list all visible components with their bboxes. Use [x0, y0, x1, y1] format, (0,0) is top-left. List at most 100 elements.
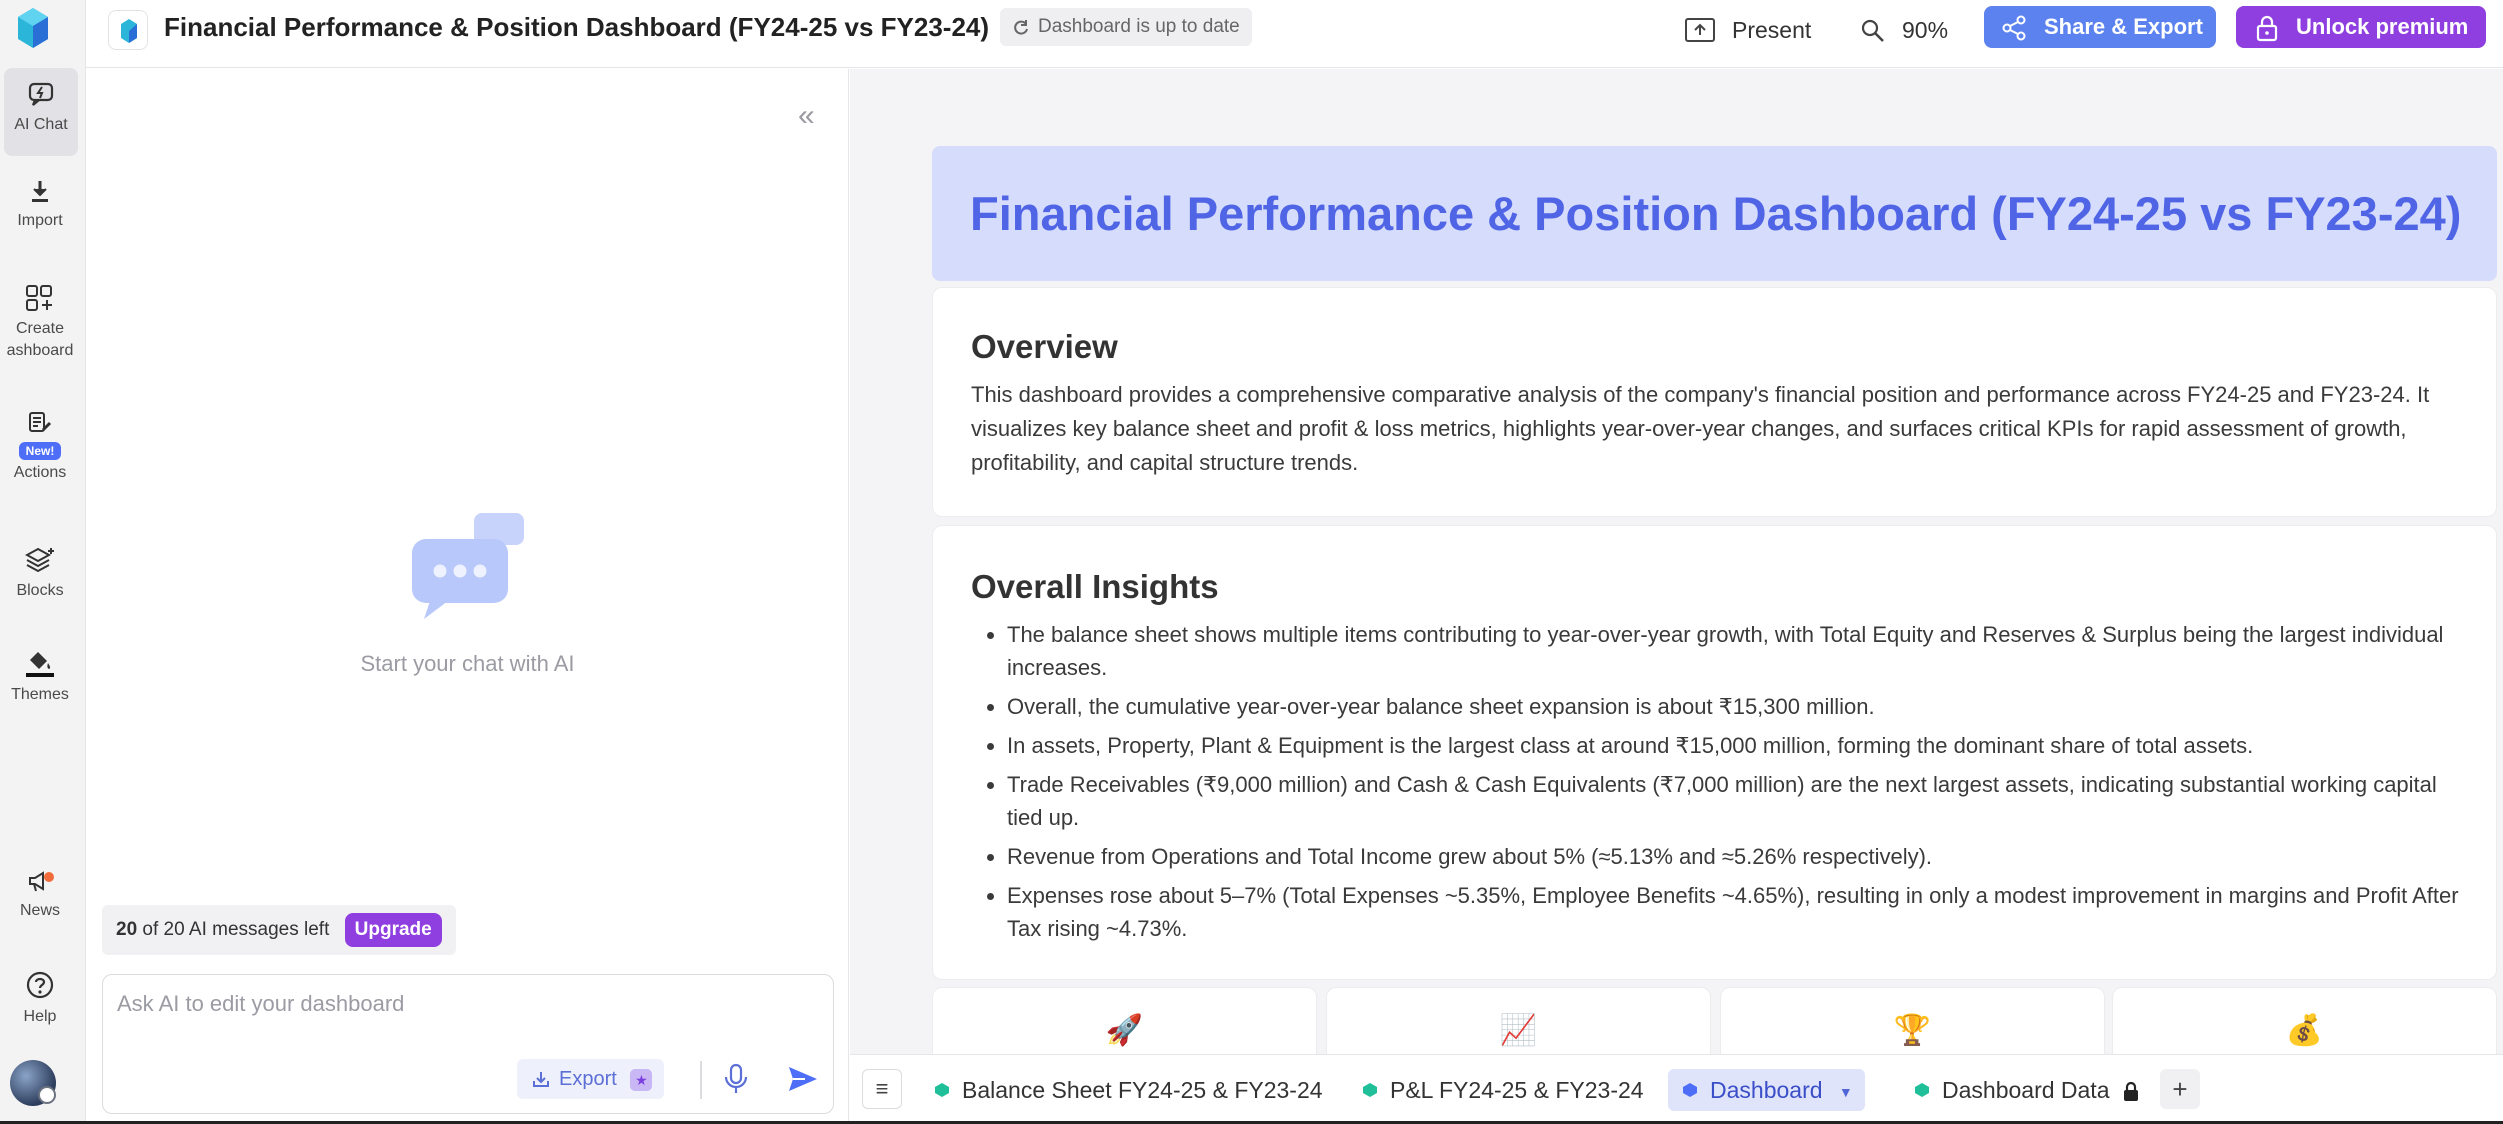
insights-heading: Overall Insights	[971, 568, 1219, 605]
tab-dashboard[interactable]: Dashboard ▼	[1668, 1069, 1865, 1111]
kpi-card[interactable]: 🚀	[932, 987, 1317, 1054]
rail-create-dashboard-label: Create ashboard	[6, 320, 74, 359]
kpi-card[interactable]: 💰	[2112, 987, 2497, 1054]
insights-list: The balance sheet shows multiple items c…	[1007, 618, 2462, 951]
insight-item: Revenue from Operations and Total Income…	[1007, 840, 2462, 873]
insight-item: The balance sheet shows multiple items c…	[1007, 618, 2462, 684]
present-label: Present	[1732, 17, 1812, 43]
sheet-hex-icon	[935, 1083, 949, 1097]
ai-quota-badge: 20 of 20 AI messages left Upgrade	[102, 905, 456, 955]
upgrade-button[interactable]: Upgrade	[344, 912, 442, 947]
chat-empty-text: Start your chat with AI	[360, 651, 575, 676]
rail-themes[interactable]: Themes	[0, 648, 80, 706]
insight-item: In assets, Property, Plant & Equipment i…	[1007, 729, 2462, 762]
sync-icon	[1014, 20, 1028, 35]
tab-dashboard-label: Dashboard	[1710, 1077, 1823, 1103]
share-export-label: Share & Export	[2044, 14, 2203, 39]
chat-export-label: Export	[559, 1068, 617, 1090]
rail-themes-label: Themes	[11, 686, 69, 703]
chevron-down-icon[interactable]: ▼	[1839, 1071, 1853, 1113]
app-logo-icon[interactable]	[16, 6, 50, 50]
sheet-hex-icon	[1915, 1083, 1929, 1097]
insight-item: Trade Receivables (₹9,000 million) and C…	[1007, 768, 2462, 834]
rail-actions[interactable]: New! Actions	[0, 410, 80, 484]
chat-export-button[interactable]: Export ★	[517, 1059, 665, 1099]
dashboard-title: Financial Performance & Position Dashboa…	[970, 187, 2462, 240]
new-badge: New!	[18, 442, 62, 460]
kpi-card[interactable]: 📈	[1326, 987, 1711, 1054]
quota-text: of 20 AI messages left	[142, 919, 330, 940]
actions-icon	[29, 412, 52, 432]
ai-chat-panel: « Start your chat with AI 20 of 20 AI me…	[86, 69, 849, 1124]
quota-count: 20	[116, 919, 138, 940]
insight-item: Overall, the cumulative year-over-year b…	[1007, 690, 2462, 723]
insights-card[interactable]: Overall Insights The balance sheet shows…	[932, 525, 2497, 980]
tab-pl[interactable]: P&L FY24-25 & FY23-24	[1348, 1069, 1656, 1111]
help-icon	[26, 971, 54, 999]
document-title[interactable]: Financial Performance & Position Dashboa…	[164, 12, 989, 43]
rail-import[interactable]: Import	[0, 178, 80, 232]
chat-bubbles-icon	[412, 513, 524, 619]
sync-status-text: Dashboard is up to date	[1038, 16, 1240, 37]
sync-status-badge: Dashboard is up to date	[1000, 8, 1252, 46]
lock-icon	[2123, 1081, 2138, 1101]
chat-input-box: Export ★	[102, 974, 834, 1114]
rail-news[interactable]: News	[0, 868, 80, 922]
rail-ai-chat[interactable]: AI Chat	[4, 68, 78, 156]
dashboard-hex-icon	[1683, 1083, 1697, 1097]
send-icon[interactable]	[787, 1065, 819, 1093]
create-dashboard-icon	[26, 285, 52, 311]
rail-actions-label: Actions	[13, 464, 67, 481]
rail-help[interactable]: Help	[0, 970, 80, 1028]
present-button[interactable]: Present	[1684, 10, 1811, 50]
dashboard-canvas: Financial Performance & Position Dashboa…	[850, 69, 2503, 1054]
unlock-premium-button[interactable]: Unlock premium	[2236, 6, 2486, 48]
rocket-icon: 🚀	[1105, 1014, 1144, 1047]
insight-item: Expenses rose about 5–7% (Total Expenses…	[1007, 879, 2462, 945]
lock-icon	[2256, 15, 2278, 42]
present-icon	[1685, 18, 1715, 42]
top-header: Financial Performance & Position Dashboa…	[86, 0, 2503, 68]
kpi-card[interactable]: 🏆	[1720, 987, 2105, 1054]
chart-up-icon: 📈	[1499, 1014, 1538, 1047]
rail-blocks-label: Blocks	[16, 582, 64, 599]
rail-ai-chat-label: AI Chat	[14, 116, 68, 133]
trophy-icon: 🏆	[1893, 1014, 1932, 1047]
overview-card[interactable]: Overview This dashboard provides a compr…	[932, 287, 2497, 517]
microphone-icon[interactable]	[723, 1063, 749, 1095]
layers-icon	[25, 547, 54, 573]
share-export-button[interactable]: Share & Export	[1984, 6, 2216, 48]
rail-help-label: Help	[23, 1008, 57, 1025]
notification-dot	[44, 872, 54, 882]
tab-pl-label: P&L FY24-25 & FY23-24	[1390, 1077, 1644, 1103]
export-icon	[533, 1072, 549, 1087]
tab-balance-sheet[interactable]: Balance Sheet FY24-25 & FY23-24	[920, 1069, 1335, 1111]
money-bag-icon: 💰	[2285, 1014, 2324, 1047]
overview-text: This dashboard provides a comprehensive …	[971, 382, 2430, 475]
document-icon	[108, 10, 148, 50]
tab-dashboard-data[interactable]: Dashboard Data	[1900, 1069, 2152, 1111]
rail-create-dashboard[interactable]: Create ashboard	[0, 284, 80, 362]
sheets-menu-icon[interactable]: ≡	[862, 1069, 902, 1109]
rail-blocks[interactable]: Blocks	[0, 546, 80, 602]
user-avatar[interactable]	[10, 1060, 56, 1106]
paint-bucket-icon	[26, 652, 54, 677]
zoom-control[interactable]: 90%	[1860, 10, 1948, 50]
download-icon	[32, 181, 48, 202]
sheet-hex-icon	[1363, 1083, 1377, 1097]
unlock-premium-label: Unlock premium	[2296, 14, 2469, 39]
zoom-icon	[1861, 19, 1884, 42]
tab-balance-sheet-label: Balance Sheet FY24-25 & FY23-24	[962, 1077, 1323, 1103]
rail-news-label: News	[19, 902, 60, 919]
share-icon	[2002, 15, 2026, 41]
input-divider	[700, 1061, 702, 1099]
add-sheet-button[interactable]: +	[2160, 1069, 2200, 1109]
tab-dashboard-data-label: Dashboard Data	[1942, 1077, 2110, 1103]
collapse-panel-icon[interactable]: «	[798, 99, 815, 133]
left-rail: AI Chat Import Create ashboard New! Acti…	[0, 0, 86, 1124]
overview-heading: Overview	[971, 328, 1118, 365]
sheet-tab-bar: ≡ Balance Sheet FY24-25 & FY23-24 P&L FY…	[850, 1054, 2503, 1124]
chat-input[interactable]	[117, 991, 807, 1017]
zoom-level: 90%	[1902, 17, 1949, 43]
rail-import-label: Import	[17, 212, 63, 229]
